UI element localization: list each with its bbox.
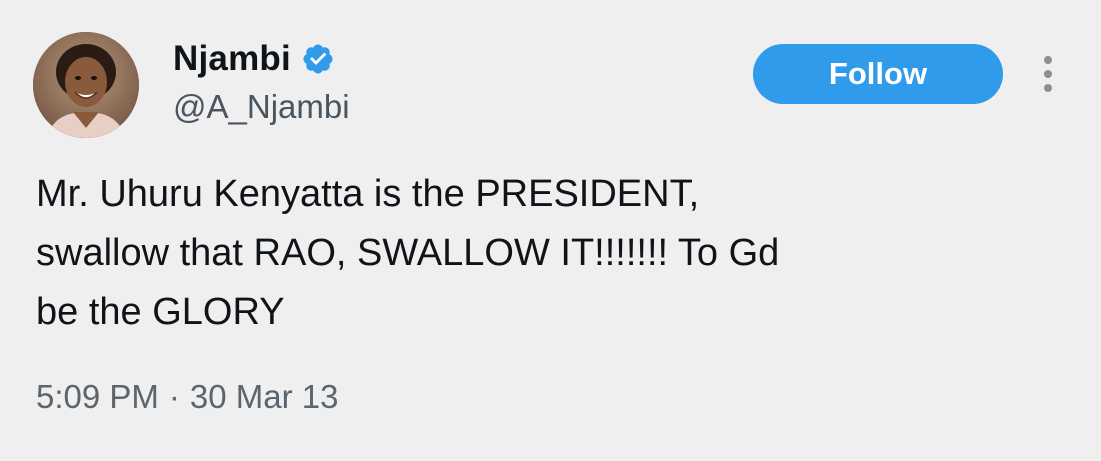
more-dot <box>1044 70 1052 78</box>
more-options-icon[interactable] <box>1036 50 1060 98</box>
follow-button[interactable]: Follow <box>753 44 1003 104</box>
tweet-date: 30 Mar 13 <box>189 378 339 415</box>
user-handle[interactable]: @A_Njambi <box>173 88 350 126</box>
display-name[interactable]: Njambi <box>173 39 291 79</box>
tweet-time: 5:09 PM <box>36 378 159 415</box>
more-dot <box>1044 56 1052 64</box>
tweet-card: Njambi @A_Njambi Follow Mr. Uhuru Kenyat… <box>0 0 1101 461</box>
more-dot <box>1044 84 1052 92</box>
timestamp-separator: · <box>168 378 180 415</box>
avatar-photo-icon <box>33 32 139 138</box>
author-name-row: Njambi <box>173 36 335 82</box>
tweet-timestamp[interactable]: 5:09 PM · 30 Mar 13 <box>36 378 339 416</box>
verified-badge-icon <box>301 42 335 76</box>
avatar[interactable] <box>33 32 139 138</box>
tweet-text: Mr. Uhuru Kenyatta is the PRESIDENT, swa… <box>36 173 780 333</box>
